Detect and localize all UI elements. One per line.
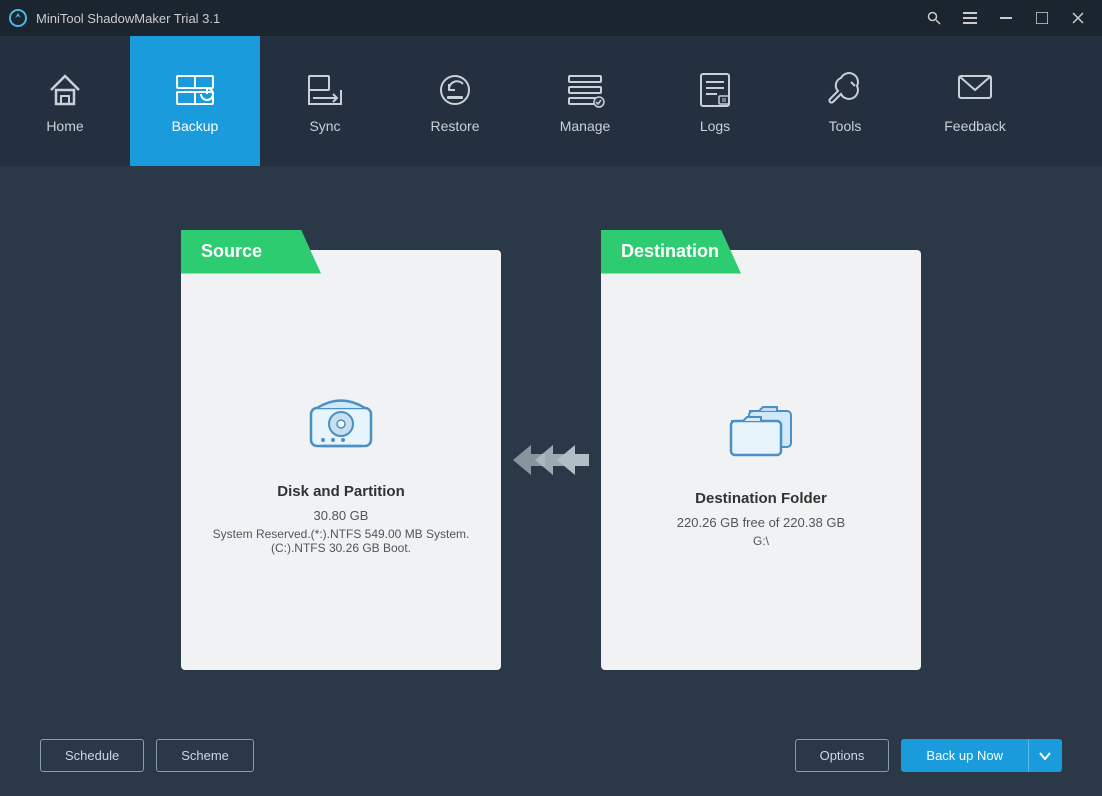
arrows-area [501, 440, 601, 480]
backup-now-dropdown-button[interactable] [1028, 739, 1062, 772]
bottom-bar: Schedule Scheme Options Back up Now [40, 723, 1062, 776]
nav-item-logs[interactable]: Logs [650, 36, 780, 166]
manage-icon [563, 68, 607, 112]
disk-partition-icon [301, 388, 381, 458]
schedule-button[interactable]: Schedule [40, 739, 144, 772]
folder-icon-area [721, 395, 801, 470]
source-card[interactable]: Source [181, 250, 501, 670]
search-icon [927, 11, 941, 25]
disk-icon-area [301, 388, 381, 463]
nav-item-manage[interactable]: Manage [520, 36, 650, 166]
close-button[interactable] [1062, 6, 1094, 30]
nav-bar: Home Backup Sync Restore [0, 36, 1102, 166]
forward-arrows-icon [511, 440, 591, 480]
nav-label-logs: Logs [700, 118, 730, 134]
hamburger-icon [963, 12, 977, 24]
restore-icon [433, 68, 477, 112]
nav-label-home: Home [46, 118, 83, 134]
app-logo-icon [8, 8, 28, 28]
title-bar-left: MiniTool ShadowMaker Trial 3.1 [8, 8, 220, 28]
nav-item-sync[interactable]: Sync [260, 36, 390, 166]
close-icon [1072, 12, 1084, 24]
nav-label-manage: Manage [560, 118, 611, 134]
nav-item-tools[interactable]: Tools [780, 36, 910, 166]
menu-button[interactable] [954, 6, 986, 30]
nav-label-backup: Backup [172, 118, 219, 134]
nav-label-restore: Restore [430, 118, 479, 134]
options-button[interactable]: Options [795, 739, 890, 772]
nav-label-tools: Tools [829, 118, 862, 134]
bottom-right-buttons: Options Back up Now [795, 739, 1062, 772]
bottom-left-buttons: Schedule Scheme [40, 739, 254, 772]
nav-label-sync: Sync [309, 118, 340, 134]
destination-header-label: Destination [621, 241, 719, 262]
app-title: MiniTool ShadowMaker Trial 3.1 [36, 11, 220, 26]
minimize-button[interactable] [990, 6, 1022, 30]
source-card-title: Disk and Partition [277, 483, 405, 500]
search-button[interactable] [918, 6, 950, 30]
tools-icon [823, 68, 867, 112]
destination-card-header: Destination [601, 230, 741, 274]
destination-card-sub2: G:\ [743, 534, 779, 548]
minimize-icon [1000, 17, 1012, 19]
source-card-sub: 30.80 GB [314, 508, 369, 523]
destination-card-title: Destination Folder [695, 490, 827, 507]
maximize-icon [1036, 12, 1048, 24]
source-card-sub2: System Reserved.(*:).NTFS 549.00 MB Syst… [201, 527, 481, 555]
backup-icon [173, 68, 217, 112]
cards-row: Source [40, 196, 1062, 723]
main-content: Source [0, 166, 1102, 796]
sync-icon [303, 68, 347, 112]
title-bar-controls [918, 6, 1094, 30]
logs-icon [693, 68, 737, 112]
destination-card[interactable]: Destination Destination Folder [601, 250, 921, 670]
chevron-down-icon [1039, 752, 1051, 760]
destination-card-sub: 220.26 GB free of 220.38 GB [677, 515, 845, 530]
source-card-inner[interactable]: Disk and Partition 30.80 GB System Reser… [181, 274, 501, 670]
feedback-icon [953, 68, 997, 112]
destination-card-inner[interactable]: Destination Folder 220.26 GB free of 220… [601, 274, 921, 670]
backup-now-button[interactable]: Back up Now [901, 739, 1028, 772]
maximize-button[interactable] [1026, 6, 1058, 30]
scheme-button[interactable]: Scheme [156, 739, 254, 772]
folder-icon [721, 395, 801, 465]
source-card-header: Source [181, 230, 321, 274]
nav-item-restore[interactable]: Restore [390, 36, 520, 166]
nav-item-home[interactable]: Home [0, 36, 130, 166]
title-bar: MiniTool ShadowMaker Trial 3.1 [0, 0, 1102, 36]
source-header-label: Source [201, 241, 262, 262]
nav-label-feedback: Feedback [944, 118, 1005, 134]
nav-item-feedback[interactable]: Feedback [910, 36, 1040, 166]
nav-item-backup[interactable]: Backup [130, 36, 260, 166]
home-icon [43, 68, 87, 112]
